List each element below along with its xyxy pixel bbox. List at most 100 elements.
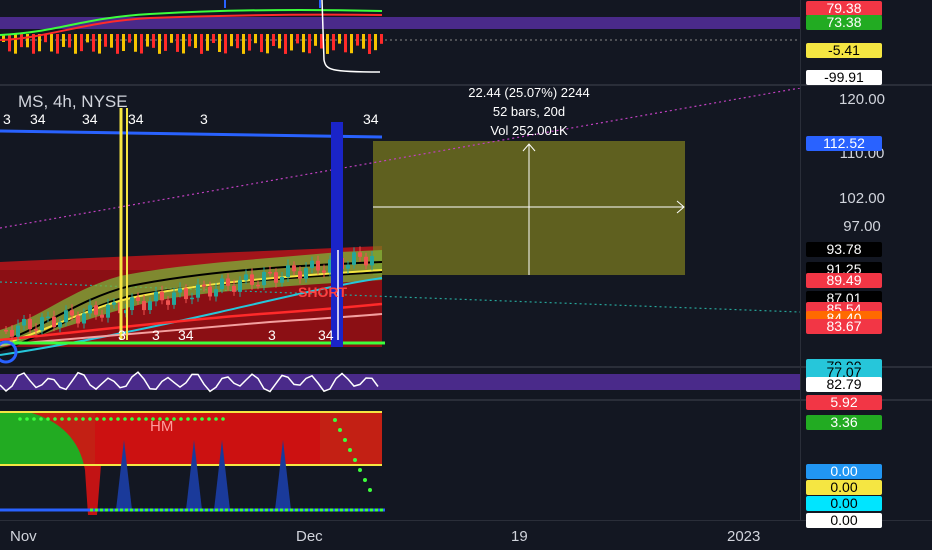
hm-dot [18, 417, 22, 421]
candle-body [136, 297, 140, 302]
oscillator-bar [14, 34, 17, 54]
signal-count-label: 34 [82, 111, 98, 127]
hm-dot [102, 417, 106, 421]
candle-body [196, 284, 200, 298]
candle-body [286, 265, 290, 278]
candle-body [256, 284, 260, 287]
oscillator-bar [218, 34, 221, 52]
signal-count-label: 3 [200, 111, 208, 127]
candle-body [274, 272, 278, 283]
oscillator-bar [62, 34, 65, 47]
oscillator-bar [74, 34, 77, 54]
price-badge-label: 0.00 [830, 479, 857, 495]
blue-volume-spike [331, 122, 343, 347]
price-badge-label: 89.49 [826, 272, 861, 288]
candle-body [220, 278, 224, 290]
candle-body [58, 322, 62, 328]
candle-body [100, 314, 104, 318]
time-axis[interactable]: Nov Dec 19 2023 [10, 528, 760, 545]
price-badge: 83.67 [806, 318, 882, 334]
x-tick-label: 2023 [727, 528, 760, 545]
chart-canvas: SHORT 3 34 34 34 3 34 3 3 34 3 34 MS, 4h, NYSE 22… [0, 0, 932, 545]
candle-body [160, 291, 164, 301]
oscillator-bar [314, 34, 317, 46]
price-badge: 73.38 [806, 14, 882, 30]
oscillator-bar [182, 34, 185, 54]
candle-body [112, 302, 116, 305]
price-badge: -99.91 [806, 69, 882, 85]
candle-body [34, 329, 38, 331]
x-tick-label: Dec [296, 528, 323, 545]
oscillator-bar [134, 34, 137, 52]
oscillator-bar [86, 34, 89, 43]
symbol-title[interactable]: MS, 4h, NYSE [18, 92, 128, 111]
oscillator-bar [254, 34, 257, 44]
hm-dot [368, 488, 372, 492]
price-badge-label: 0.00 [830, 463, 857, 479]
hm-dot [343, 438, 347, 442]
candle-body [190, 297, 194, 300]
oscillator-bar [260, 34, 263, 53]
x-tick-label: Nov [10, 528, 37, 545]
hm-dot [137, 417, 141, 421]
candle-body [70, 310, 74, 316]
purple-band [0, 17, 800, 29]
oscillator-bar [164, 34, 167, 51]
price-badge: 89.49 [806, 272, 882, 288]
price-badges: 79.3873.38-5.41-99.91112.5293.7891.2589.… [806, 0, 882, 528]
pane-separator[interactable] [0, 366, 932, 368]
candle-body [106, 304, 110, 318]
axis-divider [800, 0, 801, 520]
hm-dot [363, 478, 367, 482]
oscillator-bar [380, 34, 383, 44]
candle-body [10, 330, 14, 337]
hm-dot [53, 417, 57, 421]
pane-separator[interactable] [0, 399, 932, 401]
blue-resistance-line[interactable] [0, 129, 383, 139]
hm-dot [60, 417, 64, 421]
oscillator-bar [110, 34, 113, 48]
candle-body [364, 256, 368, 266]
candle-body [178, 288, 182, 293]
oscillator-bar [368, 34, 371, 54]
signal-count-label: 34 [30, 111, 46, 127]
price-badge-label: 93.78 [826, 241, 861, 257]
y-tick-label: 120.00 [839, 91, 885, 108]
hm-dot [88, 417, 92, 421]
signal-count-label: 3 [152, 327, 160, 343]
hm-dot [32, 417, 36, 421]
oscillator-bar [356, 34, 359, 46]
candle-body [214, 289, 218, 297]
price-badge: 0.00 [806, 463, 882, 479]
signal-counts-top: 3 34 34 34 3 34 [3, 111, 379, 127]
candle-body [346, 264, 350, 269]
candle-body [166, 300, 170, 305]
candle-body [142, 301, 146, 311]
candle-body [280, 277, 284, 283]
price-badge: 0.00 [806, 495, 882, 511]
candle-body [184, 288, 188, 300]
oscillator-bar [158, 34, 161, 54]
oscillator-bar [200, 34, 203, 54]
oscillator-bar [104, 34, 107, 47]
signal-count-label: 3 [118, 327, 126, 343]
candle-body [208, 286, 212, 297]
measure-tool-line3: Vol 252.001K [490, 123, 568, 138]
candle-body [16, 325, 20, 337]
oscillator-bar [278, 34, 281, 49]
oscillator-bar [290, 34, 293, 51]
oscillator-bar [8, 34, 11, 52]
oscillator-bar [296, 34, 299, 44]
pane-separator[interactable] [0, 84, 932, 86]
oscillator-bar [206, 34, 209, 51]
hm-dot [81, 417, 85, 421]
hm-dot [179, 417, 183, 421]
candle-body [358, 252, 362, 257]
oscillator-bar [188, 34, 191, 47]
y-tick-label: 102.00 [839, 190, 885, 207]
price-badge-label: 3.36 [830, 414, 857, 430]
oscillator-bar [242, 34, 245, 54]
oscillator-bar [236, 34, 239, 49]
oscillator-histogram [2, 34, 383, 54]
candle-body [238, 280, 242, 292]
